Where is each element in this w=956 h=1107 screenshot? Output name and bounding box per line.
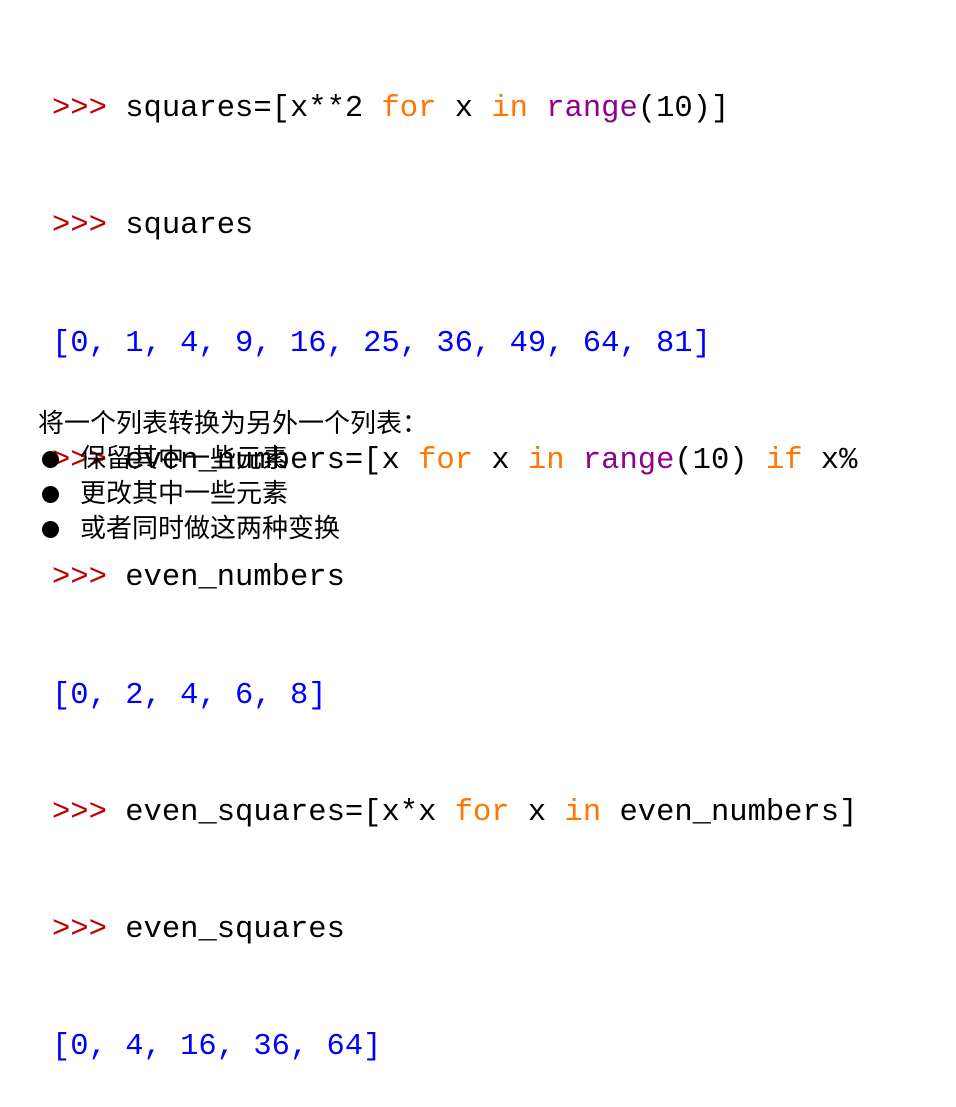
code-text: x <box>436 92 492 127</box>
keyword-in: in <box>564 795 602 830</box>
code-text: (10)] <box>637 92 730 127</box>
bullet-item: 保留其中一些元素 <box>38 442 428 477</box>
bullet-text: 更改其中一些元素 <box>80 479 289 509</box>
shell-output: [0, 1, 4, 9, 16, 25, 36, 49, 64, 81] <box>52 326 711 361</box>
code-line-7: >>> even_squares=[x*x for x in even_numb… <box>52 794 857 833</box>
keyword-for: for <box>454 795 510 830</box>
code-line-6: [0, 2, 4, 6, 8] <box>52 677 857 716</box>
code-text: squares=[x**2 <box>125 92 382 127</box>
code-line-8: >>> even_squares <box>52 911 857 950</box>
bullet-dot-icon <box>42 486 59 503</box>
shell-prompt: >>> <box>52 913 107 948</box>
code-line-5: >>> even_numbers <box>52 559 857 598</box>
keyword-in: in <box>527 444 565 479</box>
bullet-item: 更改其中一些元素 <box>38 477 428 512</box>
code-text: x% <box>802 444 858 479</box>
code-text: even_squares <box>125 913 345 948</box>
code-text: even_squares=[x*x <box>125 795 455 830</box>
shell-prompt: >>> <box>52 209 107 244</box>
bullet-text: 保留其中一些元素 <box>80 444 289 474</box>
code-text: x <box>473 444 528 479</box>
shell-output: [0, 2, 4, 6, 8] <box>52 678 327 713</box>
notes-heading: 将一个列表转换为另外一个列表： <box>38 409 429 439</box>
code-text: even_numbers <box>125 561 345 596</box>
shell-prompt: >>> <box>52 92 107 127</box>
shell-prompt: >>> <box>52 561 107 596</box>
bullet-dot-icon <box>42 451 59 468</box>
shell-output: [0, 4, 16, 36, 64] <box>52 1030 382 1065</box>
bullet-item: 或者同时做这两种变换 <box>38 512 428 547</box>
builtin-range: range <box>546 92 638 127</box>
builtin-range: range <box>582 444 675 479</box>
explanation-notes: 将一个列表转换为另外一个列表： 保留其中一些元素 更改其中一些元素 或者同时做这… <box>38 407 428 547</box>
keyword-in: in <box>491 92 528 127</box>
bullet-text: 或者同时做这两种变换 <box>80 514 341 544</box>
keyword-if: if <box>765 444 803 479</box>
code-line-2: >>> squares <box>52 207 857 246</box>
bullet-dot-icon <box>42 521 59 538</box>
code-text: x <box>509 795 565 830</box>
code-text: squares <box>125 209 254 244</box>
shell-prompt: >>> <box>52 795 107 830</box>
python-shell-transcript: >>> squares=[x**2 for x in range(10)] >>… <box>52 12 857 1107</box>
code-line-3: [0, 1, 4, 9, 16, 25, 36, 49, 64, 81] <box>52 325 857 364</box>
code-line-1: >>> squares=[x**2 for x in range(10)] <box>52 90 857 129</box>
code-line-9: [0, 4, 16, 36, 64] <box>52 1028 857 1067</box>
code-text: (10) <box>674 444 766 479</box>
code-text: even_numbers] <box>601 795 858 830</box>
keyword-for: for <box>381 92 437 127</box>
